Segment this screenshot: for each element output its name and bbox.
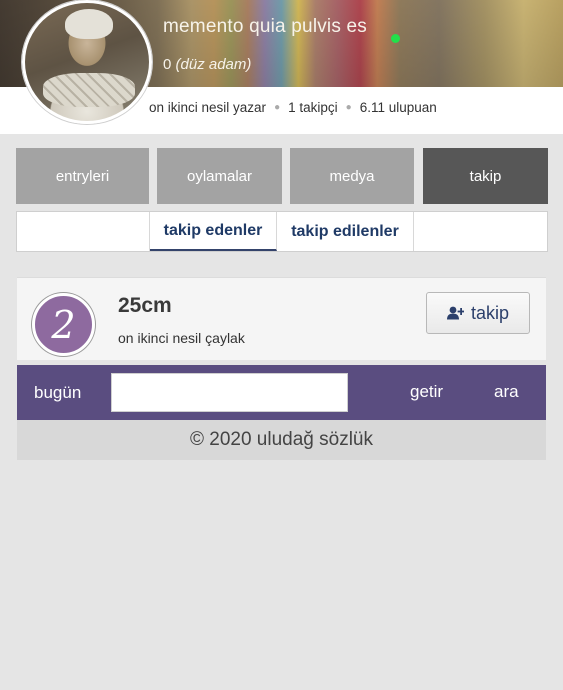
avatar-hat-shape — [65, 9, 113, 39]
copyright-footer: © 2020 uludağ sözlük — [17, 420, 546, 460]
follower-card: 2 25cm on ikinci nesil çaylak takip — [17, 277, 546, 360]
follow-subtabs: takip edenler takip edilenler — [16, 211, 548, 252]
subtab-takip-edilenler[interactable]: takip edilenler — [277, 212, 414, 251]
tab-oylamalar[interactable]: oylamalar — [157, 148, 282, 204]
profile-followers[interactable]: 1 takipçi — [288, 100, 338, 115]
tab-entryleri[interactable]: entryleri — [16, 148, 149, 204]
profile-score: 0 — [163, 56, 172, 73]
follow-button-label: takip — [470, 302, 510, 323]
profile-points: 6.11 ulupuan — [359, 100, 437, 115]
tab-medya[interactable]: medya — [290, 148, 414, 204]
profile-avatar[interactable] — [22, 0, 152, 124]
follower-rank: on ikinci nesil çaylak — [118, 330, 245, 346]
date-search-bar: bugün getir ara — [17, 365, 546, 420]
subtab-empty-right — [414, 212, 547, 251]
profile-generation: on ikinci nesil yazar — [149, 100, 267, 115]
search-input[interactable] — [111, 373, 348, 412]
profile-nick: memento quia pulvis es — [163, 16, 368, 37]
profile-meta: on ikinci nesil yazar ● 1 takipçi ● 6.11… — [149, 100, 437, 115]
subtab-empty-left — [17, 212, 150, 251]
online-status-icon — [391, 34, 400, 43]
follower-badge[interactable]: 2 — [32, 293, 95, 356]
follow-button[interactable]: takip — [426, 292, 530, 334]
profile-tabs: entryleri oylamalar medya takip — [16, 148, 548, 204]
user-plus-icon — [446, 306, 464, 320]
bullet-separator-icon: ● — [345, 102, 352, 113]
avatar-scarf-shape — [43, 73, 135, 107]
today-label[interactable]: bugün — [34, 383, 81, 403]
get-button[interactable]: getir — [410, 382, 443, 402]
tab-takip[interactable]: takip — [423, 148, 548, 204]
profile-rank: 0 (düz adam) — [163, 56, 251, 73]
profile-rank-title: (düz adam) — [175, 56, 252, 73]
follower-name[interactable]: 25cm — [118, 294, 172, 318]
search-button[interactable]: ara — [494, 382, 519, 402]
bullet-separator-icon: ● — [274, 102, 281, 113]
subtab-takip-edenler[interactable]: takip edenler — [150, 212, 277, 251]
